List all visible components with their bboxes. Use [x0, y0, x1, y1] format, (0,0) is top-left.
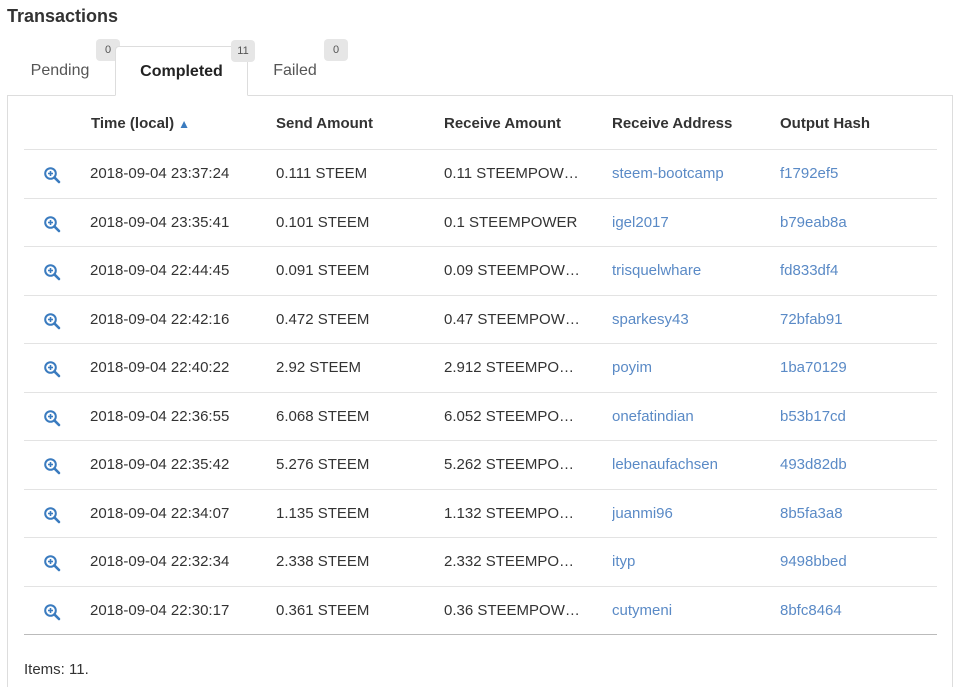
column-receive-header[interactable]: Receive Amount	[444, 115, 561, 132]
table-body: 2018-09-04 23:37:24 0.111 STEEM 0.11 STE…	[24, 150, 937, 635]
cell-receive-amount: 6.052 STEEMPO…	[444, 407, 575, 425]
cell-send-amount: 0.091 STEEM	[276, 262, 370, 279]
cell-receive-amount: 2.912 STEEMPO…	[444, 359, 575, 376]
table-row: 2018-09-04 22:34:07 1.135 STEEM 1.132 ST…	[24, 490, 937, 538]
cell-send-amount: 0.472 STEEM	[276, 310, 370, 328]
cell-send-amount: 6.068 STEEM	[276, 407, 370, 425]
cell-receive-amount: 0.47 STEEMPOW…	[444, 310, 580, 328]
column-address-header[interactable]: Receive Address	[612, 115, 732, 132]
cell-output-hash-link[interactable]: 8bfc8464	[780, 602, 930, 619]
cell-time: 2018-09-04 22:40:22	[90, 359, 230, 376]
cell-send-amount: 0.111 STEEM	[276, 165, 368, 182]
items-count: Items: 11.	[24, 661, 89, 678]
table-row: 2018-09-04 22:44:45 0.091 STEEM 0.09 STE…	[24, 247, 937, 296]
cell-receive-amount: 0.09 STEEMPOW…	[444, 262, 580, 279]
transactions-table: Time (local) ▲ Send Amount Receive Amount…	[24, 96, 937, 635]
cell-receive-amount: 0.11 STEEMPOW…	[444, 165, 579, 182]
cell-output-hash-link[interactable]: b79eab8a	[780, 214, 930, 231]
cell-send-amount: 0.101 STEEM	[276, 213, 370, 231]
column-send-header[interactable]: Send Amount	[276, 115, 373, 132]
cell-output-hash-link[interactable]: 9498bbed	[780, 553, 930, 570]
cell-receive-address-link[interactable]: juanmi96	[612, 505, 772, 522]
cell-time: 2018-09-04 22:42:16	[90, 310, 230, 328]
cell-output-hash-link[interactable]: 8b5fa3a8	[780, 505, 930, 522]
table-row: 2018-09-04 22:32:34 2.338 STEEM 2.332 ST…	[24, 538, 937, 587]
tab-completed-count-badge: 11	[231, 40, 255, 62]
tab-pending-label: Pending	[30, 62, 90, 79]
table-row: 2018-09-04 23:35:41 0.101 STEEM 0.1 STEE…	[24, 199, 937, 247]
cell-receive-address-link[interactable]: sparkesy43	[612, 311, 772, 328]
table-row: 2018-09-04 22:35:42 5.276 STEEM 5.262 ST…	[24, 441, 937, 490]
cell-receive-amount: 0.36 STEEMPOW…	[444, 601, 580, 619]
cell-time: 2018-09-04 23:37:24	[90, 165, 230, 182]
zoom-in-icon[interactable]	[43, 554, 61, 572]
cell-send-amount: 0.361 STEEM	[276, 601, 370, 619]
table-row: 2018-09-04 22:42:16 0.472 STEEM 0.47 STE…	[24, 296, 937, 344]
table-row: 2018-09-04 23:37:24 0.111 STEEM 0.11 STE…	[24, 150, 937, 199]
tab-completed-label: Completed	[140, 63, 223, 80]
page-title: Transactions	[7, 6, 119, 26]
cell-receive-address-link[interactable]: cutymeni	[612, 602, 772, 619]
cell-time: 2018-09-04 22:32:34	[90, 553, 230, 570]
table-row: 2018-09-04 22:30:17 0.361 STEEM 0.36 STE…	[24, 587, 937, 635]
cell-time: 2018-09-04 23:35:41	[90, 213, 230, 231]
zoom-in-icon[interactable]	[43, 603, 61, 621]
cell-time: 2018-09-04 22:34:07	[90, 504, 230, 522]
table-row: 2018-09-04 22:36:55 6.068 STEEM 6.052 ST…	[24, 393, 937, 441]
zoom-in-icon[interactable]	[43, 409, 61, 427]
cell-receive-address-link[interactable]: ityp	[612, 553, 772, 570]
cell-output-hash-link[interactable]: fd833df4	[780, 262, 930, 279]
zoom-in-icon[interactable]	[43, 166, 61, 184]
table-header: Time (local) ▲ Send Amount Receive Amount…	[24, 96, 937, 150]
cell-send-amount: 2.92 STEEM	[276, 359, 362, 376]
zoom-in-icon[interactable]	[43, 312, 61, 330]
tab-failed-count-badge: 0	[324, 39, 348, 61]
zoom-in-icon[interactable]	[43, 506, 61, 524]
cell-send-amount: 2.338 STEEM	[276, 553, 370, 570]
cell-receive-address-link[interactable]: onefatindian	[612, 408, 772, 425]
cell-receive-amount: 5.262 STEEMPO…	[444, 456, 575, 473]
tab-pending[interactable]: Pending 0	[11, 39, 120, 96]
cell-time: 2018-09-04 22:30:17	[90, 601, 230, 619]
cell-receive-address-link[interactable]: lebenaufachsen	[612, 456, 772, 473]
cell-receive-address-link[interactable]: trisquelwhare	[612, 262, 772, 279]
tab-failed-label: Failed	[273, 62, 317, 79]
sort-ascending-icon: ▲	[178, 117, 190, 131]
cell-receive-amount: 0.1 STEEMPOWER	[444, 213, 578, 231]
zoom-in-icon[interactable]	[43, 263, 61, 281]
cell-time: 2018-09-04 22:36:55	[90, 407, 230, 425]
cell-receive-amount: 2.332 STEEMPO…	[444, 553, 575, 570]
transaction-tabs: Pending 0 Completed 11 Failed 0	[7, 39, 953, 96]
cell-time: 2018-09-04 22:35:42	[90, 456, 230, 473]
cell-output-hash-link[interactable]: 493d82db	[780, 456, 930, 473]
cell-send-amount: 1.135 STEEM	[276, 504, 370, 522]
cell-receive-address-link[interactable]: steem-bootcamp	[612, 165, 772, 182]
zoom-in-icon[interactable]	[43, 215, 61, 233]
cell-time: 2018-09-04 22:44:45	[90, 262, 230, 279]
tab-failed[interactable]: Failed 0	[252, 39, 348, 96]
column-time-label: Time (local)	[91, 115, 175, 132]
cell-receive-amount: 1.132 STEEMPO…	[444, 504, 575, 522]
table-row: 2018-09-04 22:40:22 2.92 STEEM 2.912 STE…	[24, 344, 937, 393]
column-hash-header[interactable]: Output Hash	[780, 115, 870, 132]
column-time-header[interactable]: Time (local) ▲	[91, 115, 190, 132]
cell-output-hash-link[interactable]: f1792ef5	[780, 165, 930, 182]
cell-send-amount: 5.276 STEEM	[276, 456, 370, 473]
cell-receive-address-link[interactable]: igel2017	[612, 214, 772, 231]
zoom-in-icon[interactable]	[43, 360, 61, 378]
tab-completed[interactable]: Completed 11	[115, 40, 255, 96]
zoom-in-icon[interactable]	[43, 457, 61, 475]
cell-receive-address-link[interactable]: poyim	[612, 359, 772, 376]
transactions-panel: Time (local) ▲ Send Amount Receive Amount…	[7, 95, 953, 687]
cell-output-hash-link[interactable]: 1ba70129	[780, 359, 930, 376]
cell-output-hash-link[interactable]: b53b17cd	[780, 408, 930, 425]
cell-output-hash-link[interactable]: 72bfab91	[780, 311, 930, 328]
